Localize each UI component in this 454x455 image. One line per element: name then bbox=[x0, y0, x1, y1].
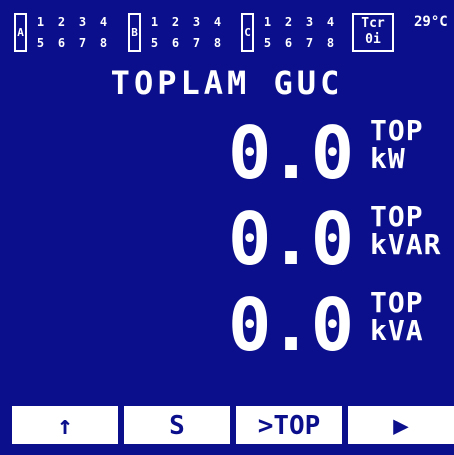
step-indicator: 5 bbox=[150, 36, 159, 50]
reading-value: 0.0 bbox=[228, 111, 354, 195]
step-indicator: 2 bbox=[57, 15, 66, 29]
step-indicator: 4 bbox=[99, 15, 108, 29]
step-indicator: 1 bbox=[150, 15, 159, 29]
step-indicator: 4 bbox=[326, 15, 335, 29]
reading-row-kvar: 0.0 TOP kVAR bbox=[0, 196, 454, 282]
softkey-bar: ↑ S >TOP ▶ bbox=[0, 406, 454, 444]
step-indicator: 8 bbox=[213, 36, 222, 50]
step-indicator: 2 bbox=[284, 15, 293, 29]
unit-label-bottom: kW bbox=[370, 142, 406, 175]
step-indicator: 2 bbox=[171, 15, 180, 29]
group-b-steps: 1 2 3 4 5 6 7 8 bbox=[144, 12, 228, 54]
step-indicator: 6 bbox=[171, 36, 180, 50]
step-indicator: 5 bbox=[263, 36, 272, 50]
unit-label-bottom: kVA bbox=[370, 314, 424, 347]
step-indicator: 6 bbox=[284, 36, 293, 50]
reading-value: 0.0 bbox=[228, 283, 354, 367]
group-c-steps: 1 2 3 4 5 6 7 8 bbox=[257, 12, 341, 54]
softkey-up-button[interactable]: ↑ bbox=[12, 406, 118, 444]
step-indicator: 7 bbox=[305, 36, 314, 50]
step-indicator: 7 bbox=[192, 36, 201, 50]
step-indicator: 5 bbox=[36, 36, 45, 50]
step-indicator: 8 bbox=[99, 36, 108, 50]
softkey-top-button[interactable]: >TOP bbox=[236, 406, 342, 444]
page-title: TOPLAM GUC bbox=[110, 64, 344, 102]
step-indicator: 6 bbox=[57, 36, 66, 50]
softkey-s-button[interactable]: S bbox=[124, 406, 230, 444]
tcr-indicator: Tcr 0i bbox=[352, 13, 394, 52]
reading-value: 0.0 bbox=[228, 197, 354, 281]
temperature-readout: 29°C bbox=[414, 14, 448, 30]
step-indicator: 1 bbox=[36, 15, 45, 29]
reading-row-kva: 0.0 TOP kVA bbox=[0, 282, 454, 368]
step-indicator: 8 bbox=[326, 36, 335, 50]
unit-label-bottom: kVAR bbox=[370, 228, 442, 261]
tcr-value: 0i bbox=[365, 32, 381, 47]
group-c-badge: C bbox=[241, 13, 254, 52]
reading-row-kw: 0.0 TOP kW bbox=[0, 110, 454, 196]
step-indicator: 3 bbox=[78, 15, 87, 29]
step-indicator: 4 bbox=[213, 15, 222, 29]
tcr-label: Tcr bbox=[361, 16, 385, 31]
group-b-badge: B bbox=[128, 13, 141, 52]
softkey-next-button[interactable]: ▶ bbox=[348, 406, 454, 444]
lcd-screen: A 1 2 3 4 5 6 7 8 B 1 2 3 4 5 6 7 8 C 1 … bbox=[0, 0, 454, 455]
status-strip: A 1 2 3 4 5 6 7 8 B 1 2 3 4 5 6 7 8 C 1 … bbox=[0, 0, 454, 62]
step-indicator: 7 bbox=[78, 36, 87, 50]
group-a-badge: A bbox=[14, 13, 27, 52]
step-indicator: 1 bbox=[263, 15, 272, 29]
step-indicator: 3 bbox=[192, 15, 201, 29]
group-a-steps: 1 2 3 4 5 6 7 8 bbox=[30, 12, 114, 54]
step-indicator: 3 bbox=[305, 15, 314, 29]
